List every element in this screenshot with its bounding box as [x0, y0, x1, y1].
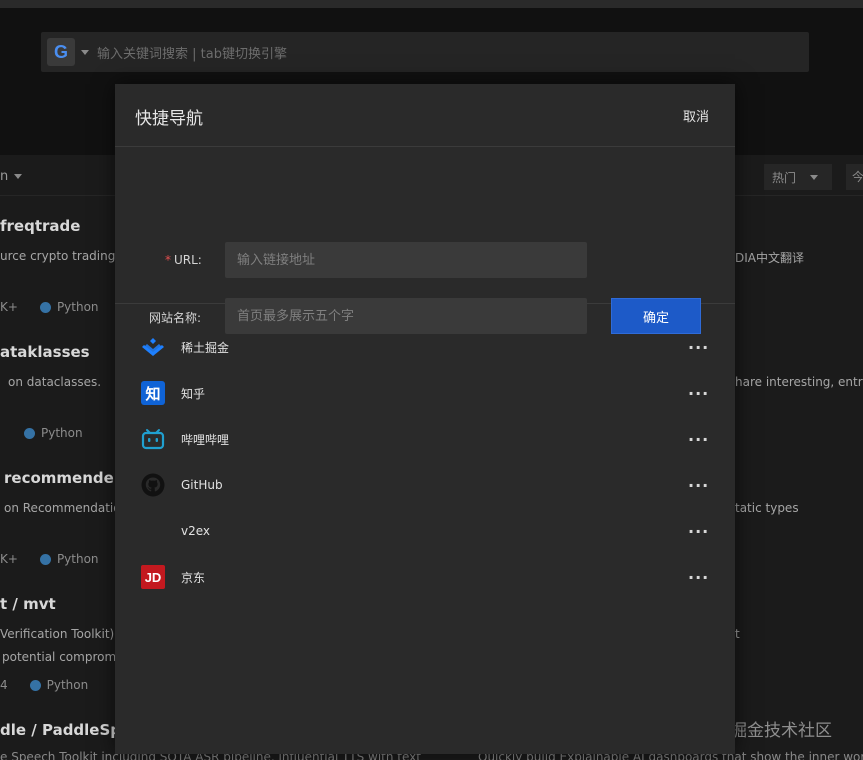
zhihu-icon: 知 — [141, 381, 165, 405]
list-item[interactable]: v2ex ··· — [115, 508, 735, 554]
python-dot-icon — [29, 679, 41, 691]
more-icon[interactable]: ··· — [688, 522, 709, 541]
link-name: v2ex — [181, 524, 211, 538]
repo-language: Python — [56, 552, 99, 566]
repo-language: Python — [56, 300, 99, 314]
list-item[interactable]: 哔哩哔哩 ··· — [115, 416, 735, 462]
repo-title[interactable]: recommenders — [4, 469, 130, 487]
more-icon[interactable]: ··· — [688, 568, 709, 587]
repo-title[interactable]: t / mvt — [0, 595, 56, 613]
dialog-header: 快捷导航 取消 — [115, 84, 735, 147]
chevron-down-icon — [810, 174, 819, 180]
repo-stars: K+ — [0, 552, 18, 566]
chevron-down-icon — [14, 174, 23, 179]
url-input[interactable] — [225, 242, 587, 278]
repo-desc: DIA中文翻译 — [735, 251, 804, 265]
repo-desc: on dataclasses. — [8, 375, 102, 389]
repo-desc: urce crypto trading b — [0, 249, 127, 263]
repo-desc: t — [735, 627, 740, 641]
repo-meta: Python — [24, 426, 83, 440]
repo-desc: potential compromi — [2, 650, 120, 664]
link-name: 哔哩哔哩 — [181, 432, 230, 447]
search-bar[interactable]: G 输入关键词搜索 | tab键切换引擎 — [41, 32, 809, 72]
add-link-form: *URL: 网站名称: 确定 — [115, 147, 735, 334]
more-icon[interactable]: ··· — [688, 430, 709, 449]
quick-nav-dialog: 快捷导航 取消 *URL: 网站名称: 确定 稀土掘金 ··· 知 — [115, 84, 735, 754]
repo-stars: K+ — [0, 300, 18, 314]
repo-meta: 4 Python — [0, 678, 88, 692]
url-label: * URL: — [165, 253, 202, 267]
more-icon[interactable]: ··· — [688, 384, 709, 403]
juejin-icon — [141, 335, 165, 359]
language-select[interactable]: n — [0, 169, 23, 184]
repo-desc: on Recommendation — [4, 501, 129, 515]
list-item[interactable]: 知 知乎 ··· — [115, 370, 735, 416]
required-mark: * — [165, 253, 171, 267]
python-dot-icon — [39, 301, 51, 313]
period-select[interactable]: 今 — [846, 164, 863, 190]
url-label-text: URL: — [174, 253, 202, 267]
repo-meta: K+ Python — [0, 552, 99, 566]
repo-language: Python — [46, 678, 89, 692]
more-icon[interactable]: ··· — [688, 338, 709, 357]
repo-stars: 4 — [0, 678, 8, 692]
repo-title[interactable]: freqtrade — [0, 217, 80, 235]
list-item[interactable]: GitHub ··· — [115, 462, 735, 508]
v2ex-icon — [141, 519, 165, 543]
list-item[interactable]: 稀土掘金 ··· — [115, 324, 735, 370]
bilibili-icon — [141, 427, 165, 451]
repo-title[interactable]: ataklasses — [0, 343, 90, 361]
python-dot-icon — [24, 427, 35, 439]
cancel-button[interactable]: 取消 — [683, 106, 709, 125]
repo-desc: Verification Toolkit) h — [0, 627, 126, 641]
link-list: 稀土掘金 ··· 知 知乎 ··· 哔哩哔哩 ··· GitHub ··· v2… — [115, 304, 735, 600]
search-input[interactable]: 输入关键词搜索 | tab键切换引擎 — [97, 43, 287, 62]
top-strip — [0, 0, 863, 8]
sort-select[interactable]: 热门 — [764, 164, 832, 190]
repo-desc: tatic types — [735, 501, 799, 515]
repo-desc: hare interesting, entry — [735, 375, 863, 389]
github-icon — [141, 473, 165, 497]
google-engine-icon[interactable]: G — [47, 38, 75, 66]
link-name: 知乎 — [181, 386, 206, 401]
more-icon[interactable]: ··· — [688, 476, 709, 495]
link-name: 稀土掘金 — [181, 340, 230, 355]
repo-title[interactable]: dle / PaddleSpe — [0, 721, 131, 739]
sort-select-label: 热门 — [772, 170, 797, 185]
python-dot-icon — [39, 553, 51, 565]
list-item[interactable]: JD 京东 ··· — [115, 554, 735, 600]
repo-language: Python — [41, 426, 83, 440]
chevron-down-icon[interactable] — [81, 49, 89, 55]
link-name: GitHub — [181, 478, 223, 492]
dialog-title: 快捷导航 — [135, 109, 203, 129]
link-name: 京东 — [181, 570, 206, 585]
jd-icon: JD — [141, 565, 165, 589]
repo-meta: K+ Python — [0, 300, 99, 314]
